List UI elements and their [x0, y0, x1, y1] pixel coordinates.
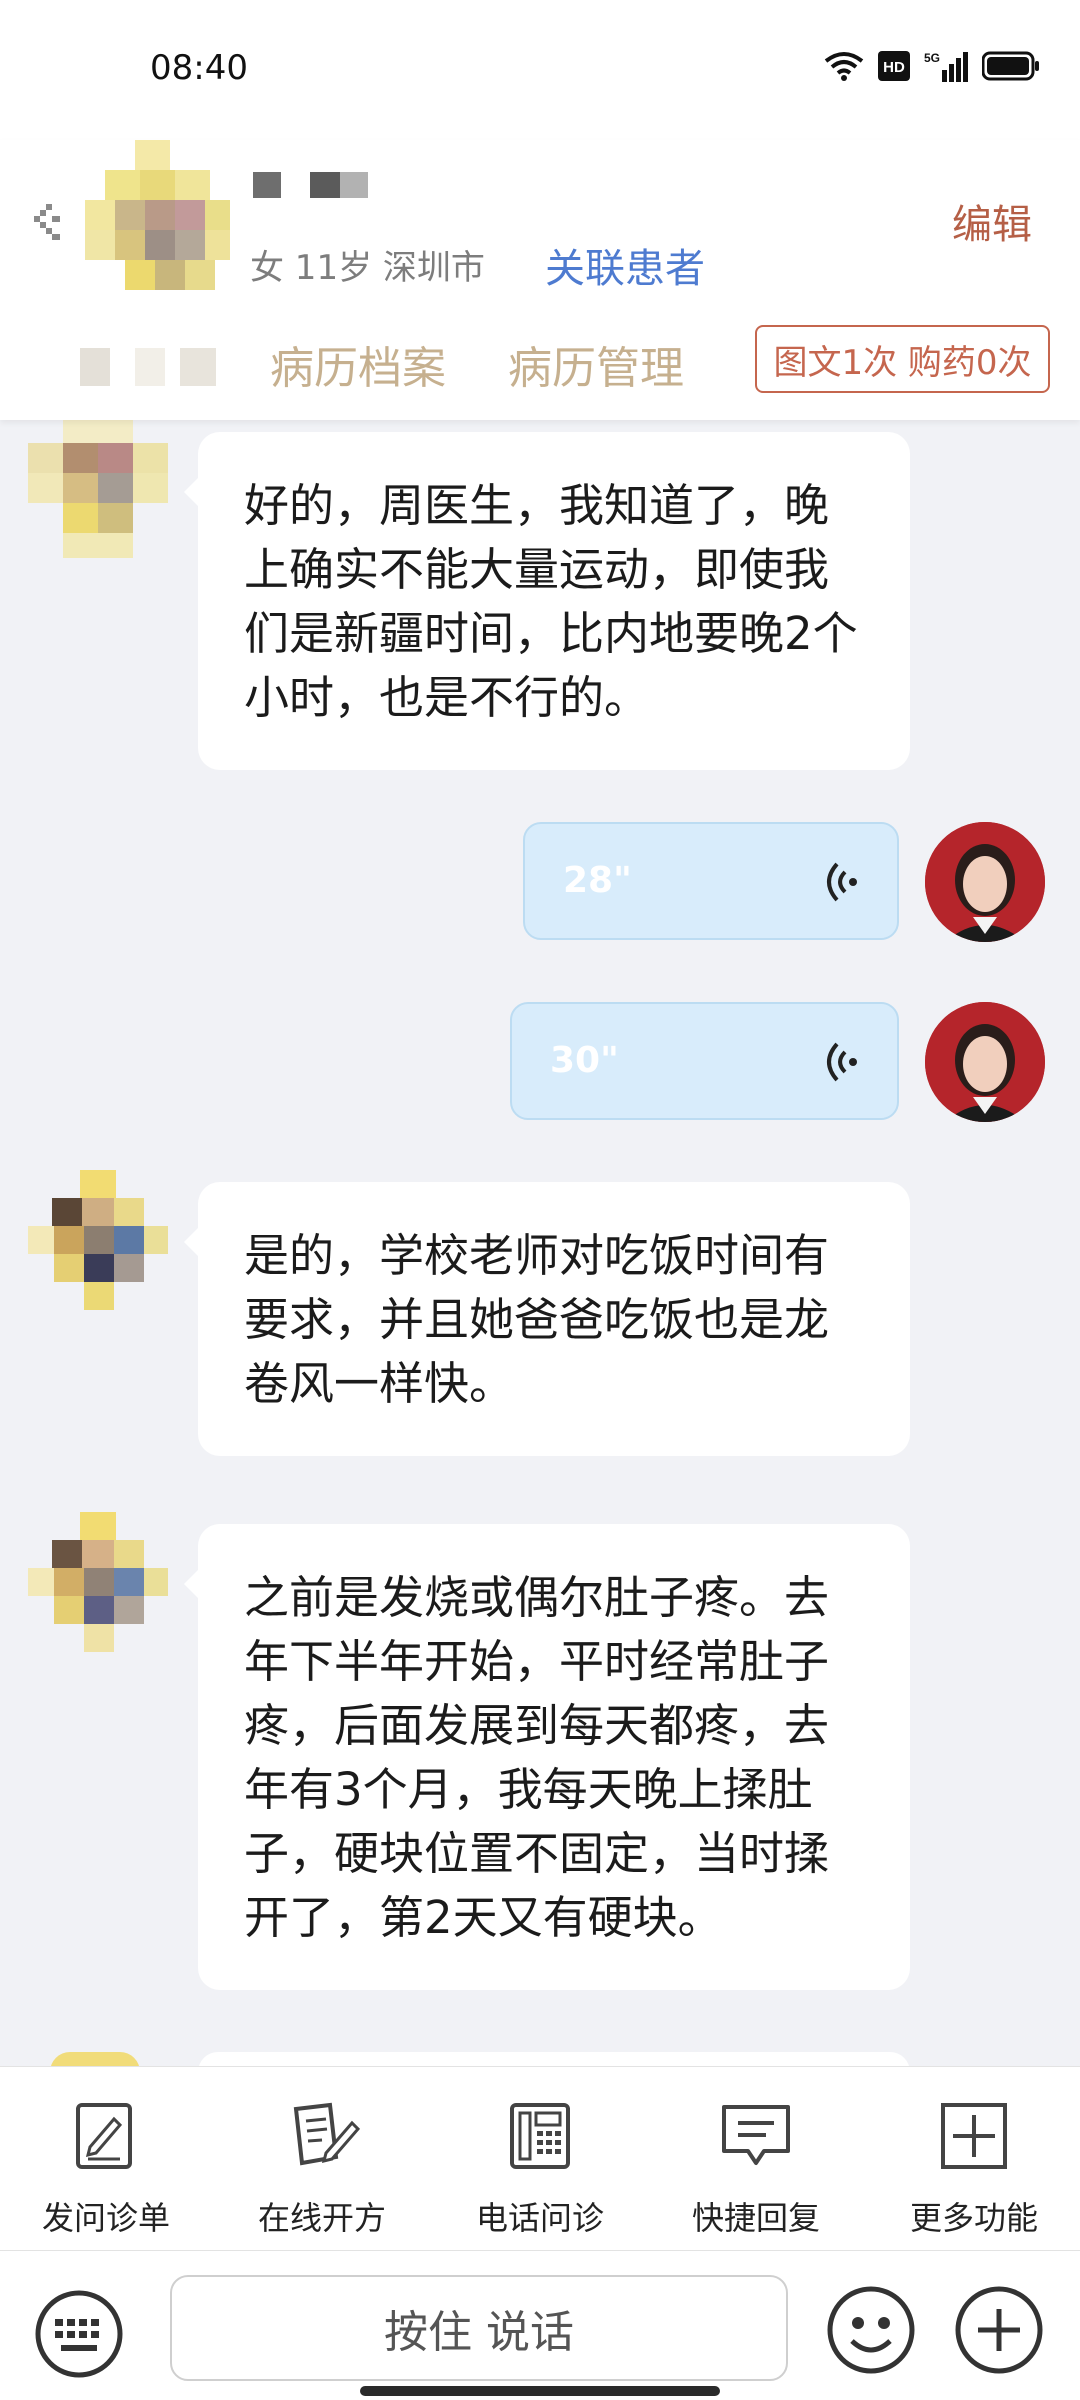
- status-time: 08:40: [150, 48, 248, 88]
- online-prescription-button[interactable]: 在线开方: [232, 2101, 412, 2239]
- status-bar: 08:40 HD 5G: [0, 0, 1080, 140]
- patient-message-avatar[interactable]: [28, 1170, 168, 1310]
- edit-button[interactable]: 编辑: [952, 192, 1032, 250]
- voice-duration: 30": [550, 1040, 619, 1081]
- chat-input-bar: 按住 说话: [0, 2250, 1080, 2400]
- patient-message-avatar[interactable]: [28, 418, 168, 558]
- send-questionnaire-button[interactable]: 发问诊单: [16, 2101, 196, 2239]
- more-functions-button[interactable]: 更多功能: [884, 2101, 1064, 2239]
- keyboard-icon[interactable]: [34, 2289, 124, 2379]
- function-toolbar: 发问诊单 在线开方 电话问诊 快捷回复 更多功能: [0, 2066, 1080, 2250]
- svg-text:5G: 5G: [924, 51, 940, 65]
- patient-name-redacted: [253, 170, 373, 204]
- chat-message-bubble[interactable]: 是的，学校老师对吃饭时间有要求，并且她爸爸吃饭也是龙卷风一样快。: [184, 1182, 910, 1456]
- tab-records-management[interactable]: 病历管理: [508, 332, 684, 396]
- voice-duration: 28": [563, 860, 632, 901]
- battery-icon: [982, 51, 1039, 81]
- tab-medical-records[interactable]: 病历档案: [270, 332, 446, 396]
- chat-message-bubble[interactable]: 之前是发烧或偶尔肚子疼。去年下半年开始，平时经常肚子疼，后面发展到每天都疼，去年…: [184, 1524, 910, 1990]
- hd-icon: HD: [878, 51, 910, 81]
- patient-info: 女 11岁 深圳市: [250, 248, 485, 288]
- patient-avatar[interactable]: [85, 140, 230, 290]
- phone-consult-icon: [510, 2103, 570, 2169]
- questionnaire-icon: [76, 2103, 132, 2169]
- prescription-icon: [293, 2102, 361, 2166]
- chat-message-bubble[interactable]: 好的，周医生，我知道了，晚上确实不能大量运动，即使我们是新疆时间，比内地要晚2个…: [184, 432, 910, 770]
- svg-text:HD: HD: [883, 59, 905, 76]
- doctor-avatar[interactable]: [925, 822, 1045, 942]
- 5g-signal-icon: 5G: [924, 51, 968, 82]
- chat-header: 女 11岁 深圳市 关联患者 编辑 病历档案 病历管理 图文1次 购药0次: [0, 140, 1080, 420]
- patient-message-avatar[interactable]: [28, 1512, 168, 1652]
- more-functions-icon: [941, 2103, 1007, 2169]
- plus-icon[interactable]: [954, 2285, 1044, 2375]
- doctor-avatar[interactable]: [925, 1002, 1045, 1122]
- voice-message-bubble[interactable]: 28": [523, 822, 899, 940]
- home-indicator[interactable]: [360, 2386, 720, 2396]
- quick-reply-button[interactable]: 快捷回复: [666, 2101, 846, 2239]
- link-patient-link[interactable]: 关联患者: [545, 236, 705, 294]
- voice-wave-icon: [827, 862, 857, 902]
- back-arrow-icon[interactable]: [30, 190, 70, 250]
- voice-message-bubble[interactable]: 30": [510, 1002, 899, 1120]
- tab-redacted[interactable]: [80, 340, 230, 390]
- phone-consultation-button[interactable]: 电话问诊: [450, 2101, 630, 2239]
- voice-wave-icon: [827, 1042, 857, 1082]
- hold-to-talk-button[interactable]: 按住 说话: [170, 2275, 788, 2381]
- service-count-badge[interactable]: 图文1次 购药0次: [755, 325, 1050, 393]
- wifi-icon: [824, 52, 864, 81]
- emoji-icon[interactable]: [826, 2285, 916, 2375]
- quick-reply-icon: [722, 2105, 790, 2165]
